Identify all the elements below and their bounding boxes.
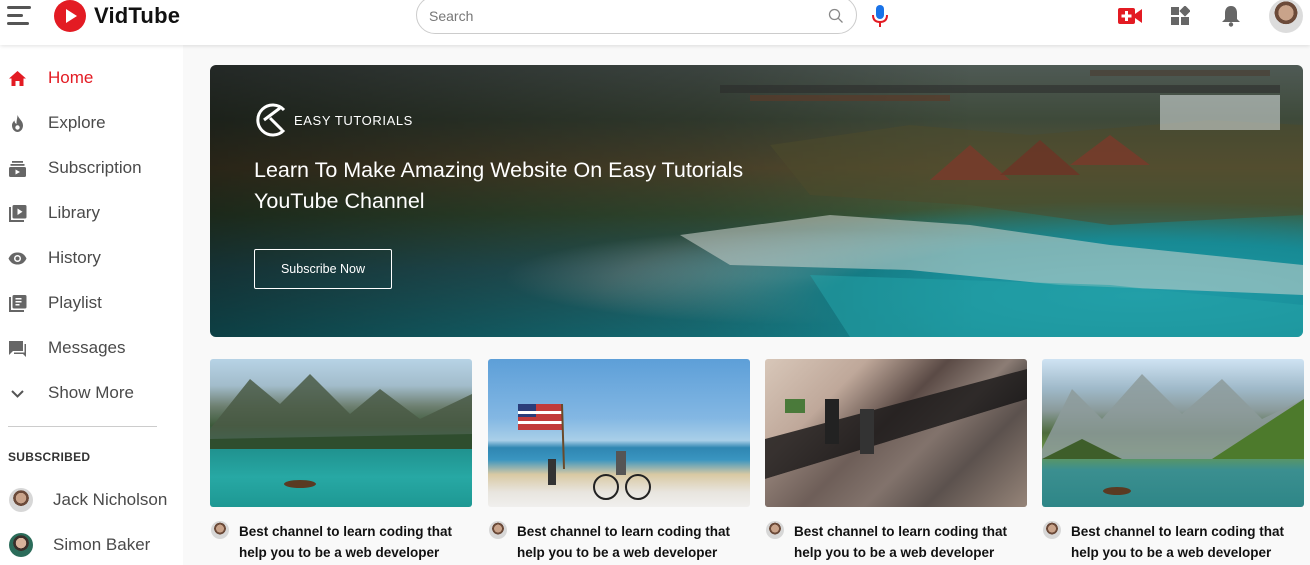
- channel-avatar[interactable]: [489, 521, 507, 539]
- sidebar-item-history[interactable]: History: [0, 238, 183, 278]
- explore-icon: [12, 115, 23, 132]
- banner-brand-text: EASY TUTORIALS: [294, 112, 413, 128]
- video-title[interactable]: Best channel to learn coding that help y…: [794, 521, 1026, 563]
- upload-video-icon[interactable]: [1118, 6, 1142, 26]
- video-title-line-2: help you to be a web developer: [239, 545, 440, 560]
- video-card[interactable]: Best channel to learn coding that help y…: [1042, 359, 1304, 565]
- hamburger-menu-icon[interactable]: [7, 6, 31, 26]
- channel-avatar: [9, 533, 33, 557]
- video-thumbnail[interactable]: [488, 359, 750, 507]
- playlist-icon: [9, 295, 27, 312]
- sidebar-item-label: Home: [48, 68, 94, 87]
- search-icon[interactable]: [828, 8, 844, 24]
- video-card[interactable]: Best channel to learn coding that help y…: [488, 359, 750, 565]
- sidebar-item-home[interactable]: Home: [0, 58, 183, 98]
- channel-avatar[interactable]: [766, 521, 784, 539]
- video-title-line-1: Best channel to learn coding that: [1071, 524, 1285, 539]
- app-logo[interactable]: VidTube: [54, 0, 180, 32]
- sidebar-item-label: History: [48, 248, 101, 267]
- alpine-lake-thumbnail-image: [1042, 374, 1304, 495]
- beach-cyclist-thumbnail-image: [518, 403, 651, 500]
- sidebar-item-label: Subscription: [48, 158, 142, 177]
- video-card[interactable]: Best channel to learn coding that help y…: [765, 359, 1027, 565]
- library-icon: [9, 205, 27, 222]
- search-box: [416, 0, 857, 34]
- video-title-line-1: Best channel to learn coding that: [239, 524, 453, 539]
- sidebar-item-messages[interactable]: Messages: [0, 328, 183, 368]
- subscribed-heading: SUBSCRIBED: [8, 450, 91, 464]
- apps-grid-icon[interactable]: [1170, 6, 1190, 26]
- subscribed-channel-simon-baker[interactable]: Simon Baker: [0, 529, 183, 565]
- video-title-line-2: help you to be a web developer: [1071, 545, 1272, 560]
- video-title-line-2: help you to be a web developer: [794, 545, 995, 560]
- banner-title: Learn To Make Amazing Website On Easy Tu…: [254, 155, 814, 217]
- banner-title-line-1: Learn To Make Amazing Website On Easy Tu…: [254, 158, 744, 182]
- subscribe-now-button[interactable]: Subscribe Now: [254, 249, 392, 289]
- chevron-down-icon: [11, 390, 24, 398]
- messages-icon: [9, 341, 26, 357]
- video-title[interactable]: Best channel to learn coding that help y…: [1071, 521, 1303, 563]
- channel-avatar[interactable]: [1043, 521, 1061, 539]
- video-thumbnail[interactable]: [765, 359, 1027, 507]
- top-navbar: VidTube: [0, 0, 1310, 45]
- sidebar-item-subscription[interactable]: Subscription: [0, 148, 183, 188]
- video-title[interactable]: Best channel to learn coding that help y…: [517, 521, 749, 563]
- channel-name: Jack Nicholson: [53, 490, 168, 509]
- subscription-icon: [9, 161, 26, 177]
- video-card[interactable]: Best channel to learn coding that help y…: [210, 359, 472, 565]
- home-icon: [9, 71, 26, 86]
- notification-bell-icon[interactable]: [1221, 5, 1241, 27]
- channel-avatar: [9, 488, 33, 512]
- sidebar-item-label: Playlist: [48, 293, 102, 312]
- video-title-line-2: help you to be a web developer: [517, 545, 718, 560]
- sidebar-item-playlist[interactable]: Playlist: [0, 283, 183, 323]
- mall-escalator-thumbnail-image: [765, 369, 1027, 507]
- video-title-line-1: Best channel to learn coding that: [794, 524, 1008, 539]
- sidebar-item-label: Show More: [48, 383, 134, 402]
- play-logo-icon: [54, 0, 86, 32]
- channel-name: Simon Baker: [53, 535, 151, 554]
- sidebar-item-show-more[interactable]: Show More: [0, 373, 183, 413]
- history-eye-icon: [8, 252, 27, 265]
- channel-avatar[interactable]: [211, 521, 229, 539]
- microphone-icon[interactable]: [871, 4, 889, 28]
- banner-brand: EASY TUTORIALS: [254, 101, 413, 139]
- sidebar: Home Explore Subscription Library Histor…: [0, 45, 183, 565]
- sidebar-item-label: Messages: [48, 338, 126, 357]
- sidebar-item-library[interactable]: Library: [0, 193, 183, 233]
- lake-mountains-thumbnail-image: [210, 374, 472, 488]
- sidebar-item-explore[interactable]: Explore: [0, 103, 183, 143]
- hero-banner: EASY TUTORIALS Learn To Make Amazing Web…: [210, 65, 1303, 337]
- sidebar-item-label: Explore: [48, 113, 106, 132]
- app-name: VidTube: [94, 3, 181, 28]
- user-avatar[interactable]: [1269, 0, 1303, 33]
- banner-title-line-2: YouTube Channel: [254, 189, 425, 213]
- search-input[interactable]: [429, 6, 819, 26]
- easy-tutorials-logo-icon: [256, 103, 286, 137]
- video-title-line-1: Best channel to learn coding that: [517, 524, 731, 539]
- sidebar-item-label: Library: [48, 203, 100, 222]
- subscribed-channel-jack-nicholson[interactable]: Jack Nicholson: [0, 484, 183, 520]
- video-thumbnail[interactable]: [1042, 359, 1304, 507]
- sidebar-divider: [8, 426, 157, 427]
- video-thumbnail[interactable]: [210, 359, 472, 507]
- video-title[interactable]: Best channel to learn coding that help y…: [239, 521, 471, 563]
